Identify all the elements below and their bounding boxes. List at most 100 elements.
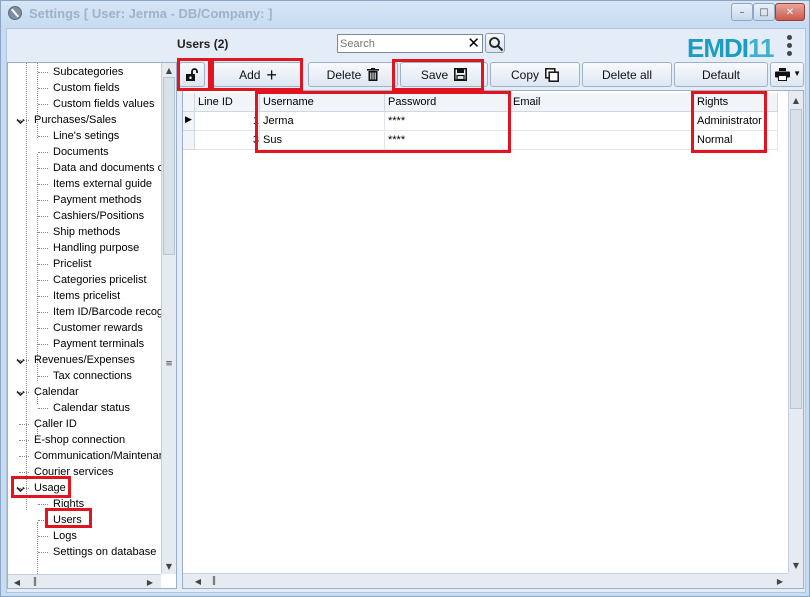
tree-item[interactable]: Payment terminals: [53, 336, 144, 352]
scroll-up-icon[interactable]: ▲: [162, 63, 176, 77]
tree-item[interactable]: Subcategories: [53, 64, 123, 80]
tree-item[interactable]: Customer rewards: [53, 320, 143, 336]
dropdown-arrow-icon[interactable]: ▼: [793, 69, 801, 78]
default-button[interactable]: Default: [674, 62, 768, 87]
tree-item[interactable]: Calendar: [34, 384, 79, 400]
tree-item[interactable]: Communication/Maintenan: [34, 448, 165, 464]
tree-connector: [38, 152, 48, 153]
scroll-up-icon[interactable]: ▲: [789, 93, 803, 107]
cell-password[interactable]: ****: [385, 131, 510, 150]
minimize-button[interactable]: –: [731, 3, 753, 21]
tree-item[interactable]: Rights: [53, 496, 84, 512]
scroll-thumb[interactable]: [163, 77, 175, 255]
copy-button[interactable]: Copy: [490, 62, 580, 87]
tree-item[interactable]: Line's setings: [53, 128, 119, 144]
scroll-thumb[interactable]: [790, 109, 802, 409]
tree-connector: [38, 200, 48, 201]
tree-item[interactable]: Users: [53, 512, 82, 528]
scroll-right-icon[interactable]: ▶: [143, 575, 157, 588]
scroll-down-icon[interactable]: ▼: [162, 559, 176, 573]
tree-item[interactable]: Custom fields: [53, 80, 120, 96]
tree-connector: [19, 120, 29, 121]
tree-item[interactable]: Cashiers/Positions: [53, 208, 144, 224]
tree-connector: [38, 232, 48, 233]
add-button[interactable]: Add +: [213, 62, 303, 87]
tree-connector: [38, 296, 48, 297]
tree-item[interactable]: Documents: [53, 144, 109, 160]
delete-button-label: Delete: [326, 67, 362, 82]
tree-connector: [38, 344, 48, 345]
tree-connector: [38, 520, 48, 521]
scroll-left-icon[interactable]: ◀: [10, 575, 24, 588]
tree-item[interactable]: Settings on database: [53, 544, 156, 560]
add-button-label: Add: [239, 67, 261, 82]
search-field[interactable]: ✕: [337, 34, 483, 53]
cell-username[interactable]: Sus: [260, 131, 385, 150]
search-button[interactable]: [485, 33, 505, 53]
tree-item[interactable]: Caller ID: [34, 416, 77, 432]
column-header-rights[interactable]: Rights: [694, 93, 778, 112]
cell-rights[interactable]: Administrator: [694, 112, 778, 131]
grid-horizontal-scrollbar[interactable]: ◀ ‖ ▶: [183, 573, 788, 588]
tree-item[interactable]: Purchases/Sales: [34, 112, 117, 128]
cell-email[interactable]: [510, 112, 694, 131]
close-button[interactable]: ✕: [775, 3, 805, 21]
tree-item[interactable]: Item ID/Barcode recog: [53, 304, 163, 320]
tree-item[interactable]: Categories pricelist: [53, 272, 147, 288]
search-icon: [489, 37, 504, 52]
table-row[interactable]: 3 Sus **** Normal: [183, 131, 778, 150]
tree-item[interactable]: Revenues/Expenses: [34, 352, 135, 368]
tree-connector: [38, 88, 48, 89]
cell-line-id[interactable]: 3: [195, 131, 260, 150]
title-bar[interactable]: Settings [ User: Jerma - DB/Company: ] –…: [1, 1, 809, 27]
tree-item[interactable]: Data and documents c: [53, 160, 163, 176]
tree-item[interactable]: Courier services: [34, 464, 113, 480]
tree-item-label: Item ID/Barcode recog: [53, 306, 164, 318]
scroll-down-icon[interactable]: ▼: [789, 558, 803, 572]
delete-button[interactable]: Delete: [308, 62, 398, 87]
tree-item[interactable]: Pricelist: [53, 256, 92, 272]
grid-vertical-scrollbar[interactable]: ▲ ▼: [788, 91, 803, 573]
tree-item[interactable]: Custom fields values: [53, 96, 155, 112]
table-row[interactable]: ▶ 1 Jerma **** Administrator: [183, 112, 778, 131]
tree-item[interactable]: Calendar status: [53, 400, 130, 416]
cell-username[interactable]: Jerma: [260, 112, 385, 131]
tree-item[interactable]: Handling purpose: [53, 240, 139, 256]
tree-connector: [38, 408, 48, 409]
column-header-email[interactable]: Email: [510, 93, 694, 112]
column-header-line-id[interactable]: Line ID: [195, 93, 260, 112]
tree-item[interactable]: Usage: [34, 480, 66, 496]
tree-item[interactable]: Ship methods: [53, 224, 120, 240]
tree-item-label: Ship methods: [53, 226, 121, 238]
tree-item-label: Revenues/Expenses: [34, 354, 135, 366]
cell-line-id[interactable]: 1: [195, 112, 260, 131]
scroll-right-icon[interactable]: ▶: [773, 574, 787, 588]
scroll-left-icon[interactable]: ◀: [191, 574, 205, 588]
default-button-label: Default: [701, 67, 741, 82]
search-input[interactable]: [338, 35, 458, 52]
tree-item[interactable]: Items pricelist: [53, 288, 120, 304]
lock-button[interactable]: [179, 62, 205, 87]
tree-item[interactable]: Tax connections: [53, 368, 132, 384]
app-icon: [8, 6, 22, 20]
toolbar: Add + Delete Save Copy Delete all Defaul…: [177, 62, 804, 88]
column-header-password[interactable]: Password: [385, 93, 510, 112]
delete-all-button[interactable]: Delete all: [582, 62, 672, 87]
save-button[interactable]: Save: [400, 62, 488, 87]
cell-email[interactable]: [510, 131, 694, 150]
more-options-icon[interactable]: [787, 35, 793, 59]
column-header-username[interactable]: Username: [260, 93, 385, 112]
tree-item[interactable]: Payment methods: [53, 192, 142, 208]
print-button[interactable]: ▼: [770, 62, 804, 87]
cell-password[interactable]: ****: [385, 112, 510, 131]
tree-item[interactable]: Items external guide: [53, 176, 152, 192]
tree-item-label: E-shop connection: [34, 434, 126, 446]
tree-item-label: Customer rewards: [53, 322, 143, 334]
tree-vertical-scrollbar[interactable]: ▲ ≡ ▼: [161, 63, 176, 574]
tree-item[interactable]: Logs: [53, 528, 77, 544]
tree-item[interactable]: E-shop connection: [34, 432, 125, 448]
clear-search-icon[interactable]: ✕: [467, 35, 480, 52]
maximize-button[interactable]: □: [753, 3, 775, 21]
tree-horizontal-scrollbar[interactable]: ◀ ‖ ▶: [8, 574, 161, 588]
cell-rights[interactable]: Normal: [694, 131, 778, 150]
